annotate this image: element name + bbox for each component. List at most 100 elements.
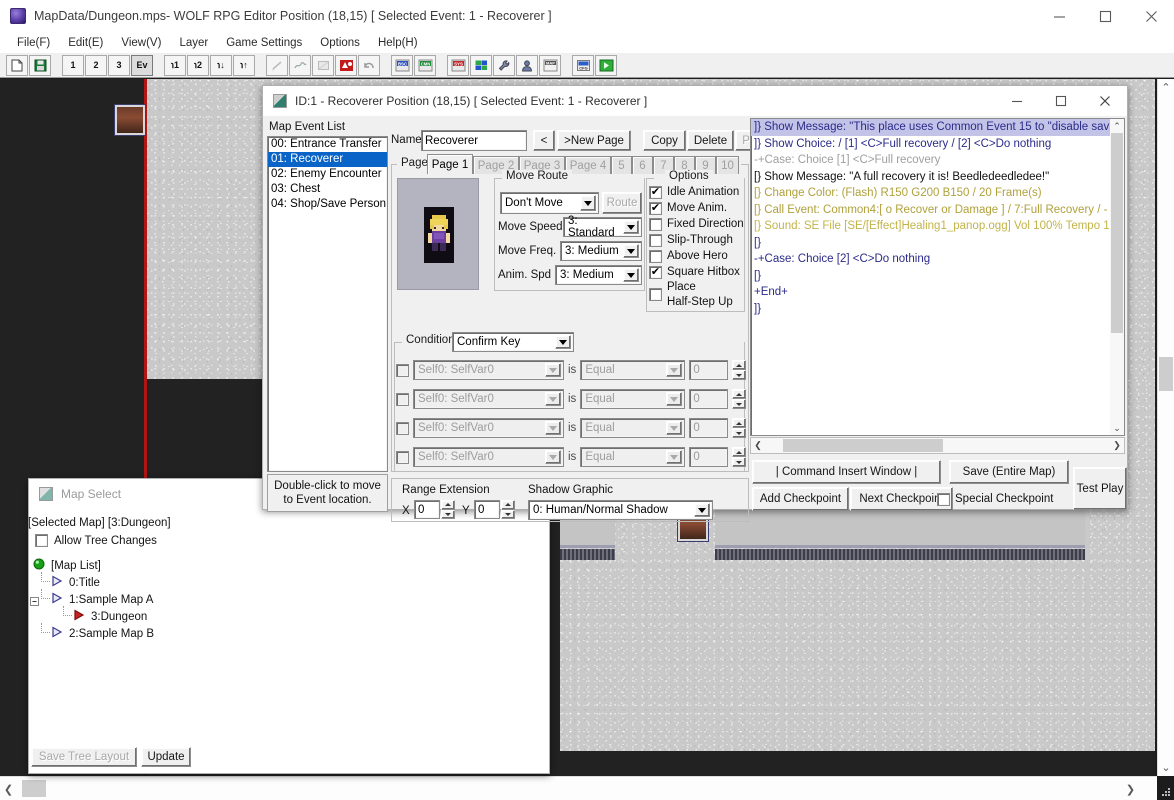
- condition-2-operator-select[interactable]: Equal: [580, 389, 685, 409]
- menu-options[interactable]: Options: [311, 35, 369, 51]
- save-entire-map-button[interactable]: Save (Entire Map): [949, 460, 1069, 484]
- layer-2-button[interactable]: 2: [85, 55, 107, 76]
- command-row[interactable]: [} Change Color: (Flash) R150 G200 B150 …: [751, 185, 1110, 202]
- condition-3-variable-select[interactable]: Self0: SelfVar0: [413, 418, 564, 438]
- tree-item-title[interactable]: 0:Title: [29, 574, 549, 591]
- chevron-down-icon[interactable]: [545, 392, 561, 406]
- scroll-down-arrow-icon[interactable]: ⌄: [1158, 759, 1174, 776]
- option-move-anim[interactable]: Move Anim.: [649, 200, 745, 216]
- maximize-icon[interactable]: [1082, 0, 1128, 32]
- command-row[interactable]: [} Show Message: "A full recovery it is!…: [751, 169, 1110, 186]
- menu-edit[interactable]: Edit(E): [59, 35, 112, 51]
- map-tree[interactable]: [Map List] 0:Title: [29, 557, 549, 725]
- menu-file[interactable]: File(F): [8, 35, 59, 51]
- condition-1-operator-select[interactable]: Equal: [580, 360, 685, 380]
- option-place-half-step-up[interactable]: Place Half-Step Up: [649, 280, 745, 310]
- event-layer-button[interactable]: Ev: [131, 55, 153, 76]
- tab-page-5[interactable]: 5: [611, 156, 632, 174]
- database-system-button[interactable]: SYS: [447, 55, 469, 76]
- allow-tree-changes-row[interactable]: Allow Tree Changes: [35, 534, 157, 547]
- condition-2-value-input[interactable]: 0: [689, 389, 728, 409]
- tile-mode-2-button[interactable]: ℩2: [187, 55, 209, 76]
- database-common-button[interactable]: CMN: [414, 55, 436, 76]
- event-graphic-preview[interactable]: [397, 178, 479, 290]
- condition-2-variable-select[interactable]: Self0: SelfVar0: [413, 389, 564, 409]
- update-button[interactable]: Update: [141, 747, 191, 767]
- tab-page-10[interactable]: 10: [716, 156, 739, 174]
- event-list-item-selected[interactable]: 01: Recoverer: [268, 152, 387, 167]
- event-dialog-minimize-icon[interactable]: [995, 86, 1039, 116]
- new-file-button[interactable]: [6, 55, 28, 76]
- range-y-stepper[interactable]: [501, 500, 515, 519]
- tree-expander-minus-icon[interactable]: [30, 595, 39, 609]
- database-basic-button[interactable]: BSC: [391, 55, 413, 76]
- resize-grip[interactable]: [1160, 786, 1172, 798]
- move-route-type-select[interactable]: Don't Move: [500, 192, 599, 214]
- map-button[interactable]: MAP: [539, 55, 561, 76]
- menu-view[interactable]: View(V): [112, 35, 170, 51]
- event-dialog-close-icon[interactable]: [1083, 86, 1127, 116]
- command-row[interactable]: ]} Show Choice: / [1] <C>Full recovery /…: [751, 136, 1110, 153]
- square-hitbox-checkbox[interactable]: [649, 266, 662, 279]
- map-event-listbox[interactable]: 00: Entrance Transfer 01: Recoverer 02: …: [267, 136, 388, 472]
- command-row[interactable]: ]} Show Message: "This place uses Common…: [751, 119, 1110, 136]
- condition-4-checkbox[interactable]: [396, 451, 409, 464]
- map-event-marker-top[interactable]: [115, 105, 145, 135]
- game-config-button[interactable]: CFG: [572, 55, 594, 76]
- chevron-down-icon[interactable]: [580, 195, 596, 211]
- map-vscroll-thumb[interactable]: [1159, 357, 1173, 391]
- chevron-down-icon[interactable]: [666, 421, 682, 435]
- prev-page-button[interactable]: <: [533, 130, 555, 151]
- chevron-down-icon[interactable]: [545, 421, 561, 435]
- event-name-input[interactable]: Recoverer: [421, 130, 527, 151]
- line-tool-button[interactable]: [289, 55, 311, 76]
- special-checkpoint-row[interactable]: Special Checkpoint: [935, 487, 1068, 511]
- command-row[interactable]: [}: [751, 268, 1110, 285]
- option-above-hero[interactable]: Above Hero: [649, 248, 745, 264]
- save-tree-layout-button[interactable]: Save Tree Layout: [31, 747, 137, 767]
- undo-button[interactable]: [358, 55, 380, 76]
- new-page-button[interactable]: >New Page: [557, 130, 631, 151]
- condition-row-1[interactable]: Self0: SelfVar0 is Equal 0: [396, 360, 746, 380]
- menu-layer[interactable]: Layer: [170, 35, 217, 51]
- chevron-down-icon[interactable]: [545, 450, 561, 464]
- layer-3-button[interactable]: 3: [108, 55, 130, 76]
- move-freq-select[interactable]: 3: Medium: [560, 241, 642, 261]
- command-row[interactable]: [} Call Event: Common4:[ o Recover or Da…: [751, 202, 1110, 219]
- event-dialog-maximize-icon[interactable]: [1039, 86, 1083, 116]
- event-list-item[interactable]: 03: Chest: [268, 182, 387, 197]
- event-command-list[interactable]: ]} Show Message: "This place uses Common…: [750, 118, 1125, 436]
- user-db-button[interactable]: [516, 55, 538, 76]
- move-anim-checkbox[interactable]: [649, 202, 662, 215]
- command-vscroll-thumb[interactable]: [1111, 133, 1123, 333]
- command-list-vertical-scrollbar[interactable]: ⌃ ⌄: [1110, 119, 1124, 435]
- condition-4-value-stepper[interactable]: [732, 447, 746, 467]
- condition-1-checkbox[interactable]: [396, 364, 409, 377]
- command-row[interactable]: -+Case: Choice [2] <C>Do nothing: [751, 251, 1110, 268]
- tile-mode-1-button[interactable]: ℩1: [164, 55, 186, 76]
- chevron-down-icon[interactable]: [666, 450, 682, 464]
- event-list-item[interactable]: 04: Shop/Save Person: [268, 197, 387, 212]
- chevron-down-icon[interactable]: [666, 363, 682, 377]
- tile-mode-3-button[interactable]: ℩↓: [210, 55, 232, 76]
- condition-2-checkbox[interactable]: [396, 393, 409, 406]
- fixed-direction-checkbox[interactable]: [649, 218, 662, 231]
- option-square-hitbox[interactable]: Square Hitbox: [649, 264, 745, 280]
- layer-1-button[interactable]: 1: [62, 55, 84, 76]
- menu-game-settings[interactable]: Game Settings: [217, 35, 311, 51]
- save-button[interactable]: [29, 55, 51, 76]
- command-row[interactable]: [}: [751, 235, 1110, 252]
- command-row[interactable]: -+Case: Choice [1] <C>Full recovery: [751, 152, 1110, 169]
- test-play-dialog-button[interactable]: Test Play: [1073, 467, 1127, 510]
- close-icon[interactable]: [1128, 0, 1174, 32]
- scroll-left-arrow-icon[interactable]: ❮: [0, 777, 17, 800]
- special-checkpoint-checkbox[interactable]: [937, 493, 950, 506]
- chevron-down-icon[interactable]: [545, 363, 561, 377]
- paint-bucket-button[interactable]: [335, 55, 357, 76]
- condition-row-4[interactable]: Self0: SelfVar0 is Equal 0: [396, 447, 746, 467]
- condition-trigger-select[interactable]: Confirm Key: [452, 332, 574, 352]
- command-row[interactable]: +End+: [751, 284, 1110, 301]
- condition-4-value-input[interactable]: 0: [689, 447, 728, 467]
- tab-page-1[interactable]: Page 1: [427, 154, 473, 174]
- chevron-down-icon[interactable]: [555, 335, 571, 349]
